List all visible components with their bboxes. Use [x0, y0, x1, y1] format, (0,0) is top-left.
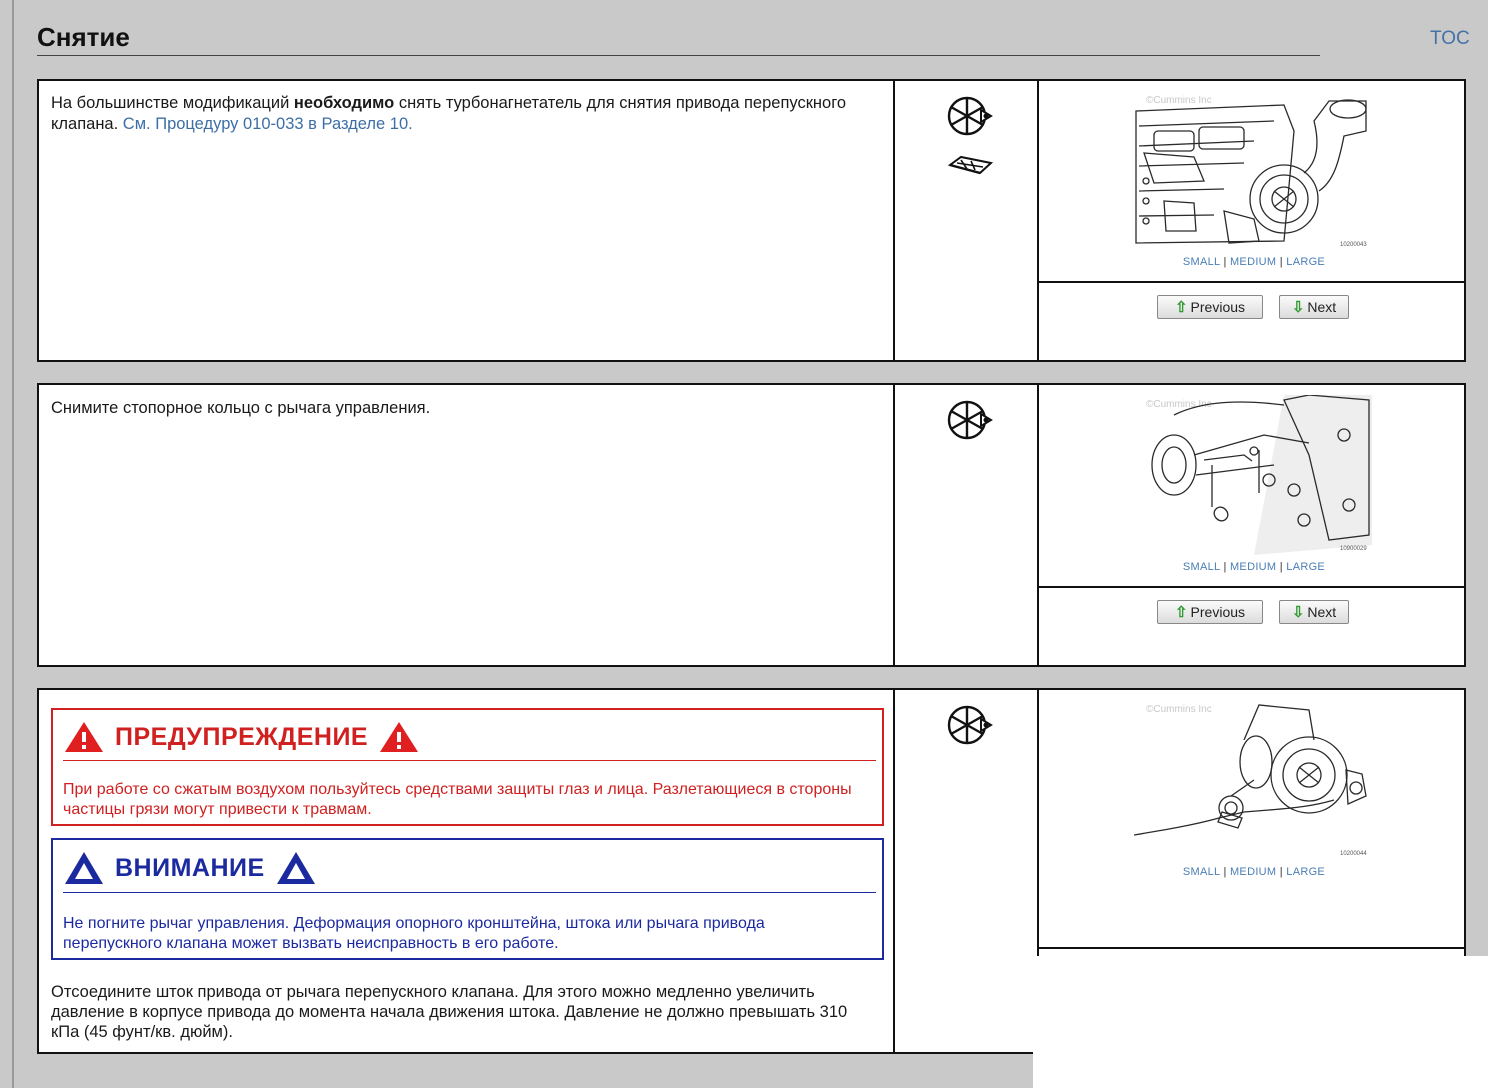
size-large-link[interactable]: LARGE	[1286, 256, 1325, 268]
warning-divider	[63, 760, 876, 761]
step-2-text: Снимите стопорное кольцо с рычага управл…	[51, 399, 431, 417]
warning-box: ПРЕДУПРЕЖДЕНИЕ При работе со сжатым возд…	[51, 708, 884, 826]
warning-header: ПРЕДУПРЕЖДЕНИЕ	[63, 720, 420, 754]
size-small-link[interactable]: SMALL	[1183, 561, 1220, 573]
figure-nav-divider	[1039, 947, 1464, 949]
remove-symbol-icon	[947, 705, 993, 745]
step-block-1: На большинстве модификаций необходимо сн…	[37, 79, 1466, 362]
warning-title: ПРЕДУПРЕЖДЕНИЕ	[115, 722, 369, 751]
page-title: Снятие	[37, 22, 130, 52]
emphasis-text: необходимо	[293, 94, 395, 112]
title-divider	[37, 55, 1320, 56]
step-1-text-cell: На большинстве модификаций необходимо сн…	[39, 81, 895, 360]
svg-text:10200044: 10200044	[1340, 851, 1367, 857]
procedure-reference-link[interactable]: См. Процедуру 010-033 в Разделе 10.	[123, 115, 413, 133]
step-2-icon-cell	[897, 385, 1039, 665]
next-button[interactable]: ⇩ Next	[1279, 295, 1349, 319]
arrow-up-icon: ⇧	[1174, 604, 1188, 621]
caution-title: ВНИМАНИЕ	[115, 853, 265, 882]
figure-image[interactable]: ©Cummins Inc 10900029	[1134, 395, 1372, 555]
caution-divider	[63, 892, 876, 893]
caution-triangle-icon	[65, 852, 103, 884]
remove-symbol-icon	[947, 400, 993, 440]
arrow-down-icon: ⇩	[1291, 604, 1305, 621]
figure-image[interactable]: ©Cummins Inc 10200043	[1134, 91, 1372, 251]
caution-box: ВНИМАНИЕ Не погните рычаг управления. Де…	[51, 838, 884, 960]
figure-size-links: SMALL | MEDIUM | LARGE	[1182, 866, 1326, 878]
svg-text:10200043: 10200043	[1340, 242, 1367, 248]
remove-symbol-icon	[947, 96, 993, 136]
warning-text: При работе со сжатым воздухом пользуйтес…	[63, 781, 852, 818]
size-medium-link[interactable]: MEDIUM	[1230, 561, 1276, 573]
hardware-symbol-icon	[947, 155, 993, 175]
svg-text:©Cummins Inc: ©Cummins Inc	[1146, 704, 1212, 715]
size-medium-link[interactable]: MEDIUM	[1230, 256, 1276, 268]
step-2-text-cell: Снимите стопорное кольцо с рычага управл…	[39, 385, 895, 665]
caution-triangle-icon	[276, 852, 315, 884]
arrow-up-icon: ⇧	[1174, 299, 1188, 316]
step-1-icon-cell	[897, 81, 1039, 360]
size-large-link[interactable]: LARGE	[1286, 561, 1325, 573]
warning-triangle-icon	[380, 722, 419, 752]
arrow-down-icon: ⇩	[1291, 299, 1305, 316]
previous-button[interactable]: ⇧ Previous	[1157, 600, 1263, 624]
size-large-link[interactable]: LARGE	[1286, 866, 1325, 878]
caution-text: Не погните рычаг управления. Деформация …	[63, 915, 765, 952]
figure-size-links: SMALL | MEDIUM | LARGE	[1182, 561, 1326, 573]
figure-size-links: SMALL | MEDIUM | LARGE	[1182, 256, 1326, 268]
svg-text:©Cummins Inc: ©Cummins Inc	[1146, 399, 1212, 410]
window-left-edge	[12, 0, 14, 1088]
figure-nav-divider	[1039, 586, 1464, 588]
figure-image[interactable]: ©Cummins Inc 10200044	[1134, 700, 1372, 860]
figure-nav-divider	[1039, 281, 1464, 283]
blank-area	[1033, 956, 1488, 1088]
size-small-link[interactable]: SMALL	[1183, 866, 1220, 878]
step-3-text: Отсоедините шток привода от рычага переп…	[51, 983, 848, 1041]
size-medium-link[interactable]: MEDIUM	[1230, 866, 1276, 878]
svg-text:©Cummins Inc: ©Cummins Inc	[1146, 95, 1212, 106]
caution-header: ВНИМАНИЕ	[63, 850, 317, 886]
step-block-2: Снимите стопорное кольцо с рычага управл…	[37, 383, 1466, 667]
step-1-text: На большинстве модификаций необходимо сн…	[51, 94, 847, 133]
step-3-icon-cell	[897, 690, 1039, 1052]
step-2-figure-cell: ©Cummins Inc 10900029 SMALL | MEDIUM | L…	[1039, 385, 1464, 665]
warning-triangle-icon	[65, 722, 103, 752]
size-small-link[interactable]: SMALL	[1183, 256, 1220, 268]
next-button[interactable]: ⇩ Next	[1279, 600, 1349, 624]
svg-text:10900029: 10900029	[1340, 546, 1367, 552]
previous-button[interactable]: ⇧ Previous	[1157, 295, 1263, 319]
step-1-figure-cell: ©Cummins Inc 10200043 SMALL | MEDIUM | L…	[1039, 81, 1464, 360]
toc-link[interactable]: TOC	[1430, 28, 1470, 50]
step-3-text-cell: ПРЕДУПРЕЖДЕНИЕ При работе со сжатым возд…	[39, 690, 895, 1052]
